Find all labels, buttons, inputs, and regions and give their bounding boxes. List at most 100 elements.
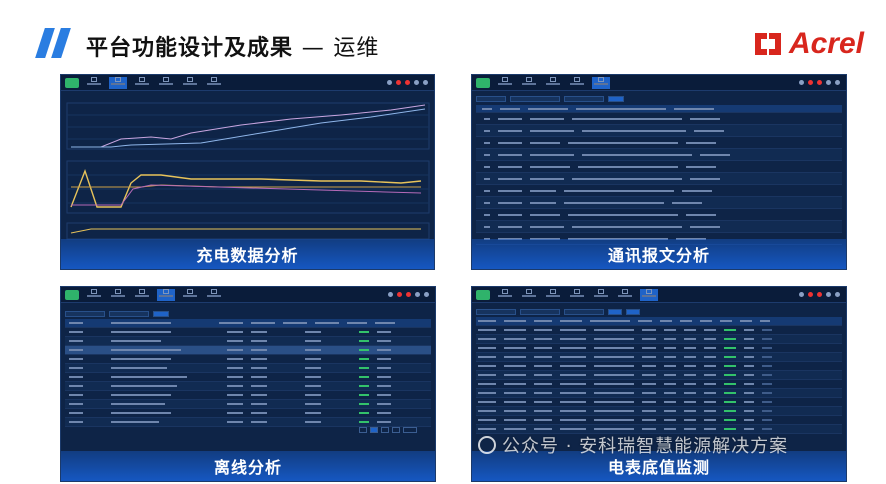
- nav-tab[interactable]: [520, 288, 538, 301]
- table-row[interactable]: [65, 382, 431, 391]
- meter-table: [476, 317, 842, 434]
- type-filter-select[interactable]: [510, 95, 560, 102]
- table-row[interactable]: [476, 185, 842, 197]
- table-row[interactable]: [476, 326, 842, 335]
- app-topbar: [472, 75, 846, 91]
- date-filter-input[interactable]: [476, 308, 516, 315]
- nav-tab[interactable]: [568, 288, 586, 301]
- app-logo-icon: [476, 77, 490, 88]
- page-title: 平台功能设计及成果 — 运维: [86, 30, 379, 62]
- chart-line-lower: [70, 228, 421, 234]
- table-row[interactable]: [476, 344, 842, 353]
- nav-tab-active[interactable]: [640, 288, 658, 301]
- table-row[interactable]: [476, 221, 842, 233]
- page-button-active[interactable]: [370, 427, 378, 433]
- filter-bar: [476, 94, 842, 103]
- table-row[interactable]: [65, 409, 431, 418]
- search-button[interactable]: [153, 310, 169, 317]
- app-topbar: [472, 287, 846, 303]
- nav-tab[interactable]: [544, 288, 562, 301]
- table-row[interactable]: [65, 328, 431, 337]
- table-row[interactable]: [65, 355, 431, 364]
- device-filter-select[interactable]: [564, 308, 604, 315]
- date-filter-input[interactable]: [65, 310, 105, 317]
- nav-tab-active[interactable]: [592, 76, 610, 89]
- app-logo-icon: [476, 289, 490, 300]
- table-row[interactable]: [476, 125, 842, 137]
- table-row[interactable]: [65, 373, 431, 382]
- nav-tab-active[interactable]: [157, 288, 175, 301]
- nav-tab[interactable]: [109, 288, 127, 301]
- date-filter-input[interactable]: [476, 95, 506, 102]
- panel-caption: 充电数据分析: [61, 239, 434, 269]
- table-row[interactable]: [476, 389, 842, 398]
- table-row[interactable]: [476, 362, 842, 371]
- table-row[interactable]: [476, 173, 842, 185]
- page-button[interactable]: [381, 427, 389, 433]
- page-button[interactable]: [359, 427, 367, 433]
- title-accent-stripes: [35, 28, 76, 62]
- nav-tab[interactable]: [496, 76, 514, 89]
- nav-tab[interactable]: [616, 288, 634, 301]
- page-size-select[interactable]: [403, 427, 417, 433]
- table-row[interactable]: [476, 398, 842, 407]
- table-row[interactable]: [476, 407, 842, 416]
- table-row[interactable]: [65, 418, 431, 427]
- table-row[interactable]: [476, 380, 842, 389]
- app-logo-icon: [65, 289, 79, 300]
- table-row[interactable]: [65, 337, 431, 346]
- title-dash: —: [301, 36, 325, 61]
- table-row[interactable]: [476, 149, 842, 161]
- table-row[interactable]: [476, 416, 842, 425]
- page-button[interactable]: [392, 427, 400, 433]
- watermark-text: 公众号 · 安科瑞智慧能源解决方案: [502, 436, 789, 457]
- nav-tab[interactable]: [133, 288, 151, 301]
- device-filter-select[interactable]: [564, 95, 604, 102]
- table-row[interactable]: [476, 335, 842, 344]
- topbar-status-icons: [799, 80, 840, 85]
- table-row[interactable]: [65, 391, 431, 400]
- pagination: [359, 427, 417, 433]
- table-row[interactable]: [476, 137, 842, 149]
- chart-line-upper: [71, 104, 426, 148]
- table-row-selected[interactable]: [65, 346, 431, 355]
- nav-tab[interactable]: [592, 288, 610, 301]
- search-button[interactable]: [608, 308, 622, 315]
- nav-tab[interactable]: [85, 288, 103, 301]
- table-row[interactable]: [476, 161, 842, 173]
- title-main: 平台功能设计及成果: [86, 36, 294, 61]
- table-row[interactable]: [476, 353, 842, 362]
- nav-tab[interactable]: [496, 288, 514, 301]
- export-button[interactable]: [626, 308, 640, 315]
- nav-tab[interactable]: [205, 288, 223, 301]
- nav-tab[interactable]: [568, 76, 586, 89]
- screenshot-comm-messages: 通讯报文分析: [471, 74, 847, 270]
- filter-bar: [65, 309, 431, 318]
- acrel-logo-icon: [754, 33, 781, 55]
- chart-line-mid-b: [71, 184, 421, 188]
- panel-caption: 离线分析: [61, 451, 435, 481]
- screenshot-offline-analysis: 离线分析: [60, 286, 436, 482]
- topbar-status-icons: [388, 292, 429, 297]
- search-button[interactable]: [608, 95, 624, 102]
- screenshot-charging-data: 充电数据分析: [60, 74, 435, 270]
- message-table: [476, 105, 842, 245]
- offline-table: [65, 319, 431, 427]
- table-row[interactable]: [476, 197, 842, 209]
- station-filter-select[interactable]: [520, 308, 560, 315]
- table-row[interactable]: [476, 113, 842, 125]
- table-row[interactable]: [476, 209, 842, 221]
- table-header: [476, 317, 842, 326]
- table-row[interactable]: [65, 364, 431, 373]
- table-row[interactable]: [65, 400, 431, 409]
- station-filter-select[interactable]: [109, 310, 149, 317]
- watermark: 公众号 · 安科瑞智慧能源解决方案: [478, 432, 788, 458]
- table-row[interactable]: [476, 371, 842, 380]
- brand-name: Acrel: [788, 27, 864, 60]
- nav-tab[interactable]: [544, 76, 562, 89]
- table-header: [476, 105, 842, 113]
- title-subtitle: 运维: [333, 36, 380, 61]
- nav-tab[interactable]: [520, 76, 538, 89]
- filter-bar: [476, 307, 842, 316]
- nav-tab[interactable]: [181, 288, 199, 301]
